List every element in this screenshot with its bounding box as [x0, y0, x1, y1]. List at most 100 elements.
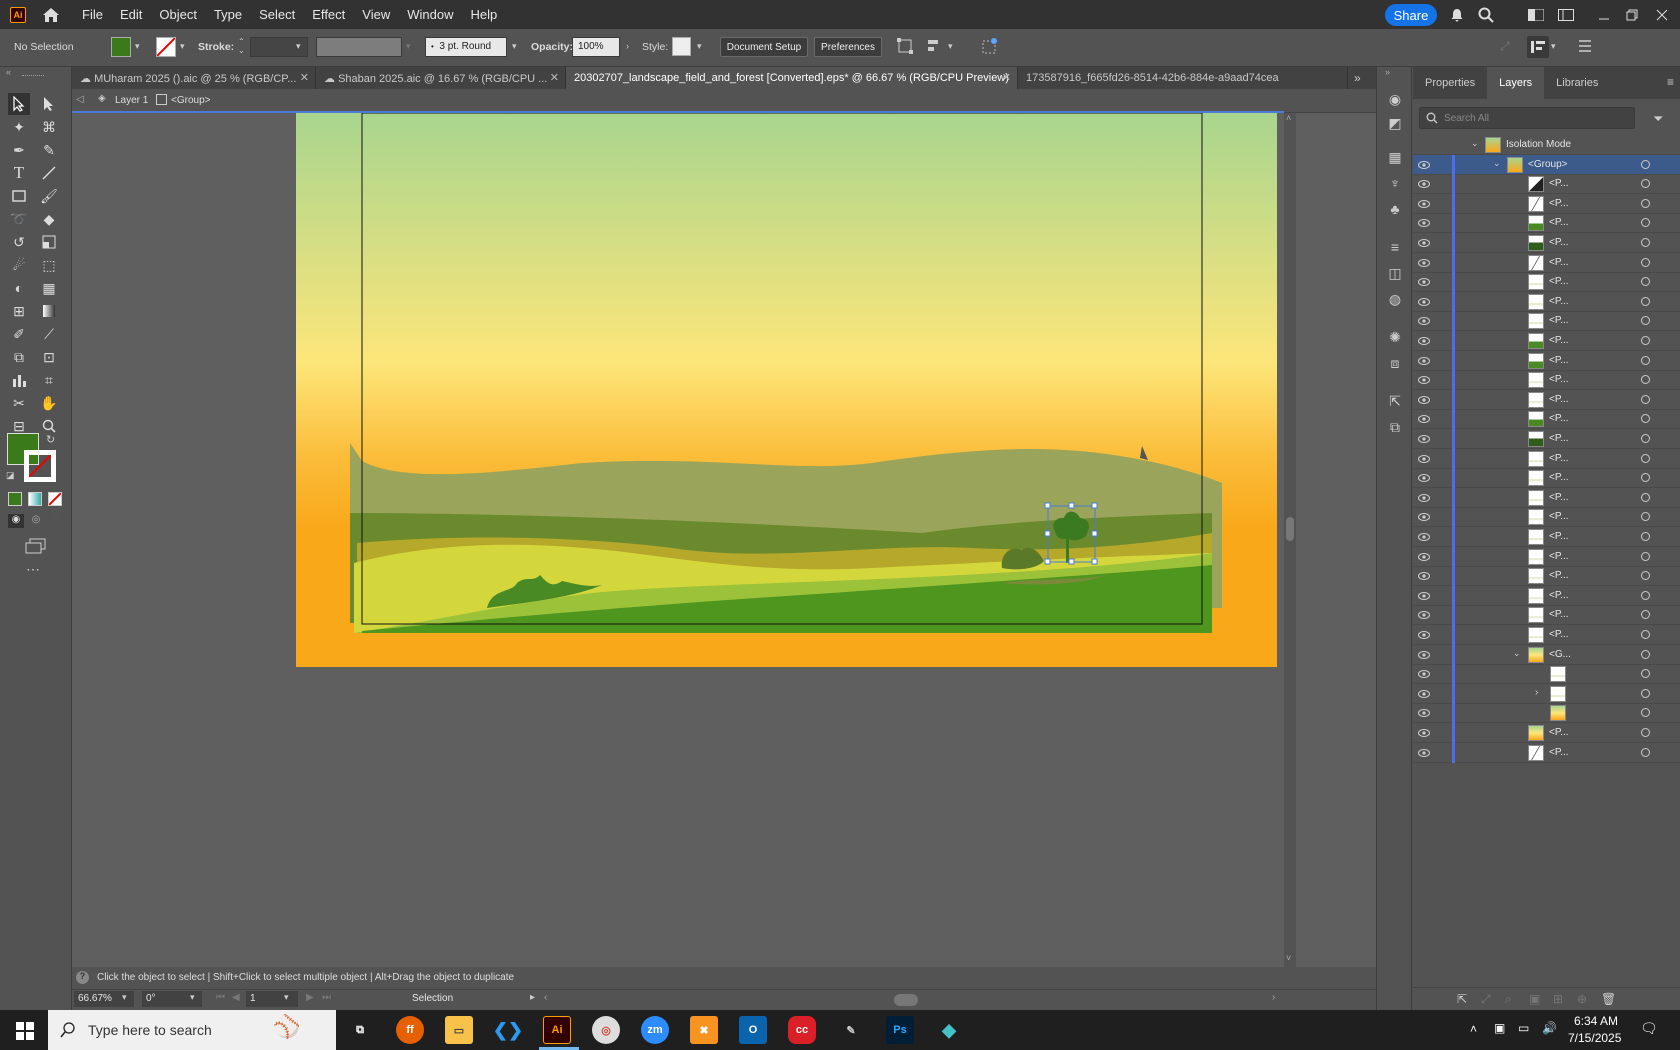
opacity-arrow-icon[interactable]: ›: [626, 41, 636, 51]
transform-icon[interactable]: [896, 37, 914, 55]
eye-icon[interactable]: [1417, 530, 1431, 544]
artboards-icon[interactable]: ⧉: [1385, 417, 1405, 437]
target-circle-icon[interactable]: [1641, 551, 1650, 561]
target-circle-icon[interactable]: [1641, 728, 1650, 737]
eye-icon[interactable]: [1417, 550, 1431, 564]
more-tabs-icon[interactable]: »: [1354, 71, 1361, 85]
eye-icon[interactable]: [1417, 354, 1431, 368]
target-circle-icon[interactable]: [1641, 532, 1650, 541]
eye-icon[interactable]: [1417, 373, 1431, 387]
eye-icon[interactable]: [1417, 746, 1431, 760]
symbol-sprayer-tool-icon[interactable]: ⊡: [38, 346, 60, 368]
restore-icon[interactable]: [1622, 5, 1642, 25]
target-circle-icon[interactable]: [1641, 414, 1650, 424]
target-circle-icon[interactable]: [1641, 218, 1650, 228]
close-tab-icon[interactable]: ✕: [550, 71, 559, 84]
gradient-tool-icon[interactable]: [38, 300, 60, 322]
layer-row-subitem[interactable]: ›: [1413, 683, 1680, 704]
vscode-icon[interactable]: ❮❯: [493, 1016, 523, 1044]
help-icon[interactable]: ?: [76, 971, 89, 984]
target-circle-icon[interactable]: [1641, 571, 1650, 581]
menu-window[interactable]: Window: [407, 7, 453, 22]
style-dropdown-icon[interactable]: ▾: [697, 41, 707, 51]
stroke-dropdown-icon[interactable]: ▾: [180, 41, 190, 51]
eye-icon[interactable]: [1417, 726, 1431, 740]
firefox-icon[interactable]: ff: [396, 1016, 424, 1044]
file-explorer-icon[interactable]: ▭: [445, 1016, 473, 1044]
scroll-up-icon[interactable]: ˄: [1286, 113, 1291, 123]
eye-icon[interactable]: [1417, 197, 1431, 211]
volume-icon[interactable]: 🔊: [1542, 1021, 1557, 1035]
eye-icon[interactable]: [1417, 471, 1431, 485]
target-circle-icon[interactable]: [1641, 708, 1650, 718]
eye-icon[interactable]: [1417, 334, 1431, 348]
preferences-button[interactable]: Preferences: [814, 37, 882, 57]
stroke-color-box[interactable]: [24, 450, 56, 482]
target-circle-icon[interactable]: [1641, 669, 1650, 679]
export-icon[interactable]: ⇱: [1385, 391, 1405, 411]
shaper-tool-icon[interactable]: ➰: [8, 208, 30, 230]
workspace-icon[interactable]: [1526, 5, 1546, 25]
artboard-field[interactable]: 1: [246, 991, 298, 1007]
next-artboard-icon[interactable]: ▶: [306, 992, 314, 1003]
close-icon[interactable]: [1652, 5, 1672, 25]
eye-icon[interactable]: [1417, 491, 1431, 505]
stroke-swatch[interactable]: [156, 37, 176, 57]
screen-mode-icon[interactable]: [24, 537, 48, 555]
illustrator-taskbar-icon[interactable]: Ai: [543, 1016, 571, 1044]
appearance-icon[interactable]: ◉: [1385, 89, 1405, 109]
panel-menu-icon[interactable]: [1576, 37, 1594, 55]
curvature-tool-icon[interactable]: ✎: [38, 139, 60, 161]
stroke-panel-icon[interactable]: ≡: [1385, 237, 1405, 257]
layer-row-path[interactable]: <P...: [1413, 409, 1680, 430]
clipping-mask-icon[interactable]: ▣: [1529, 992, 1540, 1006]
isolate-object-icon[interactable]: [980, 36, 1000, 56]
app-diamond-icon[interactable]: ◆: [935, 1016, 963, 1044]
gradient-mode-icon[interactable]: [28, 492, 42, 506]
eye-icon[interactable]: [1417, 452, 1431, 466]
tray-chevron-icon[interactable]: ˄: [1470, 1022, 1477, 1036]
panel-menu-icon[interactable]: ≡: [1667, 75, 1674, 89]
rotate-tool-icon[interactable]: ↺: [8, 231, 30, 253]
new-sublayer-icon[interactable]: ⊞: [1553, 992, 1563, 1006]
target-circle-icon[interactable]: [1641, 512, 1650, 522]
none-mode-icon[interactable]: [48, 492, 62, 506]
perspective-grid-tool-icon[interactable]: ▦: [38, 277, 60, 299]
breadcrumb-layer[interactable]: Layer 1: [115, 95, 148, 106]
selection-tool-icon[interactable]: [8, 93, 30, 115]
layer-row-path[interactable]: <P...: [1413, 389, 1680, 410]
target-circle-icon[interactable]: [1641, 453, 1650, 463]
layer-row-path[interactable]: <P...: [1413, 527, 1680, 547]
target-circle-icon[interactable]: [1641, 473, 1650, 483]
layer-row-path[interactable]: <P...: [1413, 566, 1680, 587]
eyedropper-tool-icon[interactable]: ✐: [8, 323, 30, 345]
gradient-panel-icon[interactable]: ◫: [1385, 263, 1405, 283]
menu-select[interactable]: Select: [259, 7, 295, 22]
measure-tool-icon[interactable]: ⟋: [38, 323, 60, 345]
layer-row-isolation[interactable]: ⌄ Isolation Mode: [1413, 135, 1680, 155]
collapse-arrow-icon[interactable]: ›: [1535, 687, 1538, 698]
layer-row-path[interactable]: <P...: [1413, 291, 1680, 312]
symbols-icon[interactable]: ♣: [1385, 199, 1405, 219]
layer-row-path[interactable]: <P...: [1413, 625, 1680, 645]
document-setup-button[interactable]: Document Setup: [720, 37, 808, 57]
minimize-icon[interactable]: [1594, 5, 1614, 25]
collapse-strip-icon[interactable]: »: [1385, 67, 1390, 77]
align-icon[interactable]: [926, 37, 944, 55]
color-guide-icon[interactable]: ◩: [1385, 113, 1405, 133]
eye-icon[interactable]: [1417, 216, 1431, 230]
menu-edit[interactable]: Edit: [120, 7, 142, 22]
toolbar-grip[interactable]: [22, 75, 44, 77]
menu-help[interactable]: Help: [470, 7, 497, 22]
menu-view[interactable]: View: [362, 7, 390, 22]
pen-tool-icon[interactable]: ✒: [8, 139, 30, 161]
brushes-icon[interactable]: ♆: [1385, 173, 1405, 193]
layer-row-path[interactable]: <P...: [1413, 723, 1680, 743]
vertical-scrollbar[interactable]: ˄ ˅: [1284, 113, 1296, 967]
target-circle-icon[interactable]: [1641, 296, 1650, 306]
canvas[interactable]: ˄ ˅: [72, 113, 1376, 967]
layer-row-path[interactable]: <P...: [1413, 331, 1680, 351]
eye-icon[interactable]: [1417, 706, 1431, 720]
tab-muharam[interactable]: ☁ MUharam 2025 ().aic @ 25 % (RGB/CP... ✕: [72, 67, 316, 89]
type-tool-icon[interactable]: T: [8, 162, 30, 184]
